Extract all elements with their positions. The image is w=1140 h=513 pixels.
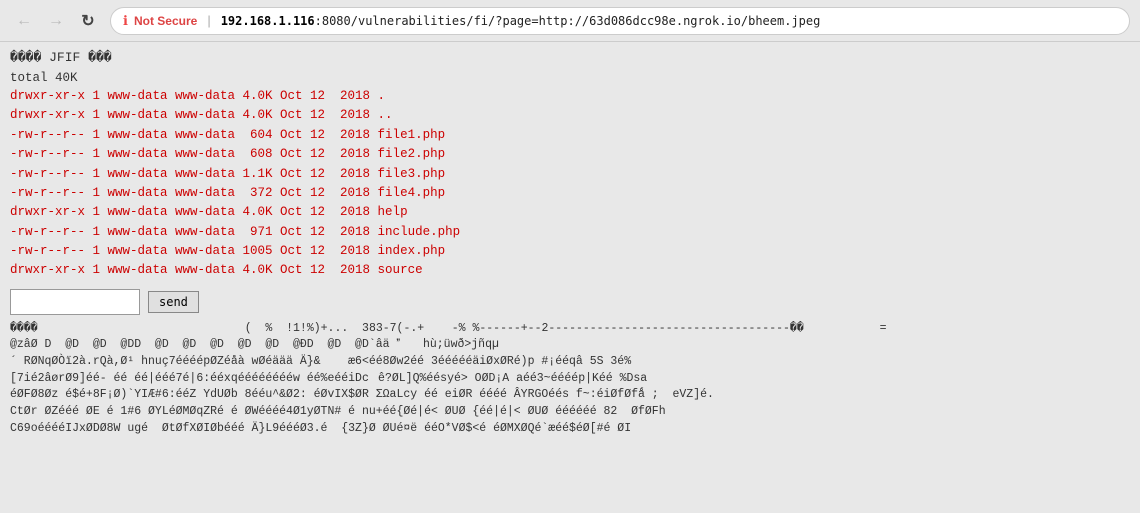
input-row: send — [10, 289, 1130, 315]
security-icon: ℹ — [123, 13, 128, 29]
bottom-area: send ���� ( % !1!%)+... 383-7(-.+ -% %--… — [10, 289, 1130, 438]
ls-entry: drwxr-xr-x 1 www-data www-data 4.0K Oct … — [10, 106, 1130, 125]
jfif-line: ���� JFIF ��� — [10, 50, 1130, 65]
total-line: total 40K — [10, 71, 1130, 85]
ls-entry: drwxr-xr-x 1 www-data www-data 4.0K Oct … — [10, 87, 1130, 106]
url-path: :8080/vulnerabilities/fi/?page=http://63… — [315, 14, 821, 28]
page-content: ���� JFIF ��� total 40K drwxr-xr-x 1 www… — [0, 42, 1140, 513]
ls-entry: drwxr-xr-x 1 www-data www-data 4.0K Oct … — [10, 203, 1130, 222]
url-text: 192.168.1.116:8080/vulnerabilities/fi/?p… — [221, 14, 821, 28]
forward-button[interactable]: → — [42, 7, 70, 35]
not-secure-label: Not Secure — [134, 14, 197, 28]
url-host: 192.168.1.116 — [221, 14, 315, 28]
ls-output: drwxr-xr-x 1 www-data www-data 4.0K Oct … — [10, 87, 1130, 281]
separator: | — [207, 13, 210, 28]
ls-entry: -rw-r--r-- 1 www-data www-data 372 Oct 1… — [10, 184, 1130, 203]
command-input[interactable] — [10, 289, 140, 315]
ls-entry: -rw-r--r-- 1 www-data www-data 608 Oct 1… — [10, 145, 1130, 164]
binary-output: ���� ( % !1!%)+... 383-7(-.+ -% %------+… — [10, 321, 1130, 438]
ls-entry: -rw-r--r-- 1 www-data www-data 1005 Oct … — [10, 242, 1130, 261]
nav-buttons: ← → ↻ — [10, 7, 102, 35]
ls-entry: -rw-r--r-- 1 www-data www-data 604 Oct 1… — [10, 126, 1130, 145]
refresh-button[interactable]: ↻ — [74, 7, 102, 35]
address-bar[interactable]: ℹ Not Secure | 192.168.1.116:8080/vulner… — [110, 7, 1130, 35]
ls-entry: -rw-r--r-- 1 www-data www-data 1.1K Oct … — [10, 165, 1130, 184]
browser-chrome: ← → ↻ ℹ Not Secure | 192.168.1.116:8080/… — [0, 0, 1140, 42]
ls-entry: -rw-r--r-- 1 www-data www-data 971 Oct 1… — [10, 223, 1130, 242]
ls-entry: drwxr-xr-x 1 www-data www-data 4.0K Oct … — [10, 261, 1130, 280]
send-button[interactable]: send — [148, 291, 199, 313]
back-button[interactable]: ← — [10, 7, 38, 35]
